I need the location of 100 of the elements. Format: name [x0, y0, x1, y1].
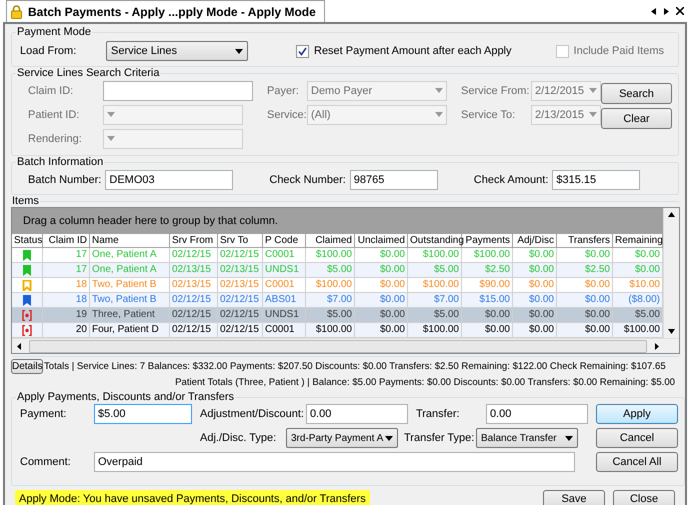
field-label: Service: [267, 108, 307, 120]
table-cell: C0001 [265, 323, 294, 337]
dropdown-arrow-icon [435, 88, 443, 93]
table-row[interactable]: 20 Four, Patient D 02/12/15 02/12/15 C0001 $100.00 $0.00 $100.00 $0.00 $0.00 $0.00 $100.00 [12, 323, 663, 338]
table-cell: $100.00 [316, 248, 352, 262]
table-cell: $100.00 [474, 248, 510, 262]
action-button[interactable]: Cancel [596, 428, 678, 448]
adj-type-dropdown[interactable]: 3rd-Party Payment A [286, 428, 398, 448]
payment-field[interactable]: $5.00 [94, 404, 192, 424]
table-cell: 02/12/15 [172, 248, 211, 262]
table-cell: $0.00 [528, 248, 554, 262]
horizontal-scrollbar[interactable] [12, 338, 679, 353]
table-row[interactable]: 19 Three, Patient 02/12/15 02/12/15 UNDS1 $5.00 $0.00 $5.00 $0.00 $0.00 $0.00 $5.00 [12, 308, 663, 323]
column-header[interactable]: Srv From [170, 234, 218, 247]
table-cell: UNDS1 [265, 263, 299, 277]
field-label: Rendering: [28, 132, 83, 144]
column-header[interactable]: Claim ID [43, 234, 90, 247]
vertical-scrollbar[interactable] [663, 208, 679, 338]
table-cell: $0.00 [380, 248, 405, 262]
scroll-right-icon[interactable] [663, 8, 670, 14]
dropdown-arrow-icon [435, 112, 443, 117]
table-cell: Three, Patient [92, 308, 155, 322]
column-header[interactable]: Claimed [306, 234, 355, 247]
table-cell: $0.00 [484, 308, 510, 322]
transfer-type-dropdown[interactable]: Balance Transfer [476, 428, 578, 448]
table-cell: 02/13/15 [220, 278, 259, 292]
action-button[interactable]: Close [613, 490, 675, 505]
field-label: Adjustment/Discount: [200, 408, 304, 420]
table-cell: ABS01 [265, 293, 296, 307]
comment-field[interactable]: Overpaid [94, 452, 575, 472]
dropdown-arrow-icon [565, 436, 573, 440]
table-cell: $0.00 [584, 293, 610, 307]
column-header[interactable]: Outstanding [408, 234, 462, 247]
adjustment-field[interactable]: 0.00 [306, 404, 408, 424]
table-cell: 02/12/15 [172, 323, 211, 337]
scroll-left-icon[interactable] [650, 8, 657, 14]
unsaved-changes-message: Apply Mode: You have unsaved Payments, Discounts, and/or Transfers [15, 490, 370, 505]
close-icon[interactable] [676, 7, 684, 15]
patient-totals-text: Patient Totals (Three, Patient ) | Balance: $5.00 Payments: $0.00 Discounts: $0.00 Transfers: $0.00 Remaining: $5.00 [175, 376, 675, 388]
table-cell: $0.00 [584, 308, 610, 322]
column-header[interactable]: Srv To [218, 234, 263, 247]
dropdown-arrow-icon [107, 112, 115, 117]
table-cell: $0.00 [528, 278, 554, 292]
table-cell: $100.00 [422, 248, 459, 262]
group-title: Batch Information [16, 156, 104, 168]
table-cell: $0.00 [634, 263, 660, 277]
field-label: Service To: [461, 108, 516, 120]
action-button[interactable]: Save [543, 490, 605, 505]
dropdown-arrow-icon [589, 88, 597, 93]
column-header[interactable]: Name [90, 234, 170, 247]
text-field[interactable]: DEMO03 [105, 170, 234, 190]
action-button[interactable]: Clear [601, 108, 672, 129]
table-cell: UNDS1 [265, 308, 299, 322]
field-label: Check Number: [269, 174, 346, 186]
table-cell: 02/12/15 [172, 308, 211, 322]
field-label: Patient ID: [28, 108, 80, 120]
details-button[interactable]: Details [11, 358, 43, 374]
table-cell: $0.00 [380, 263, 405, 277]
table-cell: $100.00 [422, 278, 459, 292]
load-from-dropdown[interactable]: Service Lines [106, 41, 248, 61]
table-row[interactable]: 18 Two, Patient B 02/12/15 02/12/15 ABS01 $7.00 $0.00 $7.00 $15.00 $0.00 $0.00 ($8.00) [12, 293, 663, 308]
column-header[interactable]: Status [12, 234, 43, 247]
table-cell: $0.00 [528, 308, 554, 322]
table-cell: $100.00 [624, 323, 660, 337]
checkbox[interactable] [296, 44, 309, 58]
table-cell: $2.50 [484, 263, 510, 277]
table-cell: One, Patient A [92, 263, 156, 277]
field-label: Adj./Disc. Type: [200, 432, 278, 444]
column-header[interactable]: Adj/Disc [513, 234, 557, 247]
table-cell: $10.00 [629, 278, 660, 292]
field-label: Transfer Type: [404, 432, 476, 444]
table-cell: $0.00 [584, 278, 610, 292]
group-title: Apply Payments, Discounts and/or Transfers [16, 391, 236, 403]
action-button[interactable]: Apply [596, 404, 678, 424]
table-cell: $0.00 [634, 248, 660, 262]
column-header[interactable]: Payments [462, 234, 513, 247]
column-header[interactable]: Transfers [557, 234, 613, 247]
field-label: Claim ID: [28, 84, 74, 96]
table-cell: 02/12/15 [220, 308, 259, 322]
scroll-up-icon[interactable] [668, 211, 675, 218]
field-label: Transfer: [416, 408, 461, 420]
action-button[interactable]: Search [601, 83, 672, 104]
action-button[interactable]: Cancel All [596, 452, 678, 472]
window-tab[interactable]: Batch Payments - Apply ...pply Mode - Apply Mode [6, 0, 325, 22]
scroll-left-icon[interactable] [16, 342, 23, 350]
text-field[interactable] [103, 80, 253, 100]
scroll-right-icon[interactable] [653, 342, 660, 350]
dropdown-arrow-icon [107, 136, 115, 141]
table-cell: 18 [76, 278, 87, 292]
transfer-field[interactable]: 0.00 [486, 404, 588, 424]
table-cell: 18 [76, 293, 87, 307]
scroll-down-icon[interactable] [668, 328, 675, 335]
column-header[interactable]: Unclaimed [355, 234, 408, 247]
column-header[interactable]: P Code [263, 234, 306, 247]
text-field[interactable]: 98765 [350, 170, 438, 190]
checkbox-label: Reset Payment Amount after each Apply [314, 45, 512, 57]
text-field[interactable]: $315.15 [552, 170, 640, 190]
field-label: Service From: [461, 84, 530, 96]
table-cell: $100.00 [316, 278, 352, 292]
table-cell: $5.00 [326, 308, 352, 322]
